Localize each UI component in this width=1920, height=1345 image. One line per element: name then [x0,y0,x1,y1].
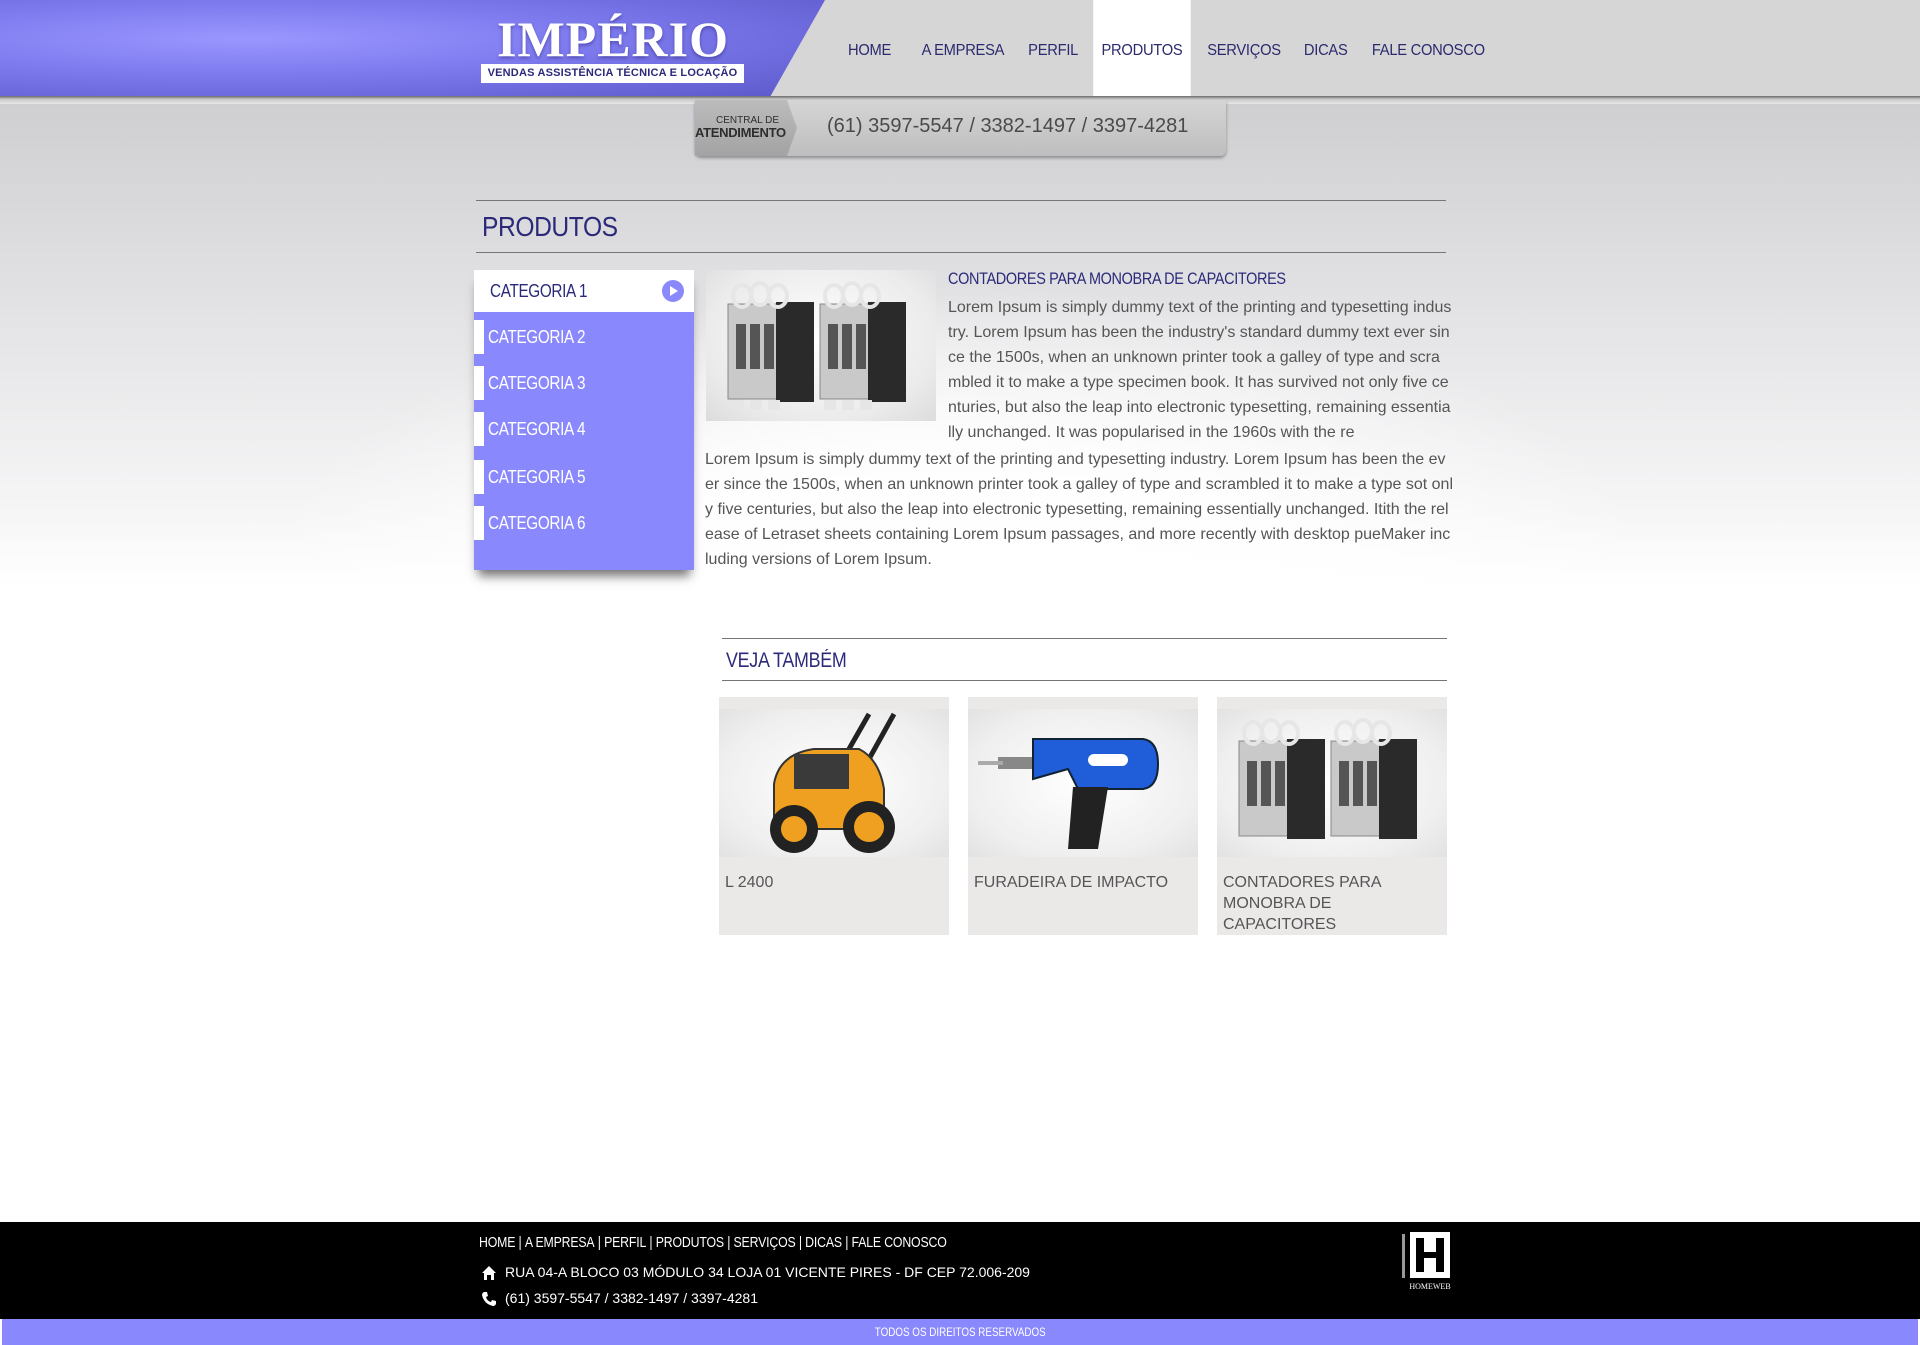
sidebar-item-categoria-3[interactable]: CATEGORIA 3 [474,362,694,402]
footer-separator: | [845,1234,849,1251]
sidebar-item-label: CATEGORIA 5 [488,467,586,487]
nav-home[interactable]: HOME [837,0,906,97]
product-description-continued: Lorem Ipsum is simply dummy text of the … [705,451,1453,568]
sidebar-item-label: CATEGORIA 3 [488,373,586,393]
sidebar-item-label: CATEGORIA 2 [488,327,586,347]
footer-link-dicas[interactable]: DICAS [805,1234,842,1251]
related-product-card[interactable]: FURADEIRA DE IMPACTO [968,697,1198,935]
page-title-box: PRODUTOS [476,200,1446,253]
impact-drill-image [978,738,1160,849]
related-product-name: FURADEIRA DE IMPACTO [974,874,1169,891]
footer-nav: HOME | A EMPRESA | PERFIL | PRODUTOS | SERVIÇOS |… [479,1234,947,1251]
footer-address-text: RUA 04-A BLOCO 03 MÓDULO 34 LOJA 01 VICE… [505,1264,1030,1280]
sidebar-item-categoria-4[interactable]: CATEGORIA 4 [474,408,694,448]
product-description: Lorem Ipsum is simply dummy text of the … [948,299,1452,441]
capacitor-contactor-image [727,281,906,410]
related-title-box: VEJA TAMBÉM [722,638,1447,681]
play-arrow-icon [662,280,684,302]
developer-credit-name: HOMEWEB [1409,1282,1451,1291]
phone-icon [482,1292,496,1306]
footer-separator: | [798,1234,802,1251]
nav-perfil[interactable]: PERFIL [1019,0,1085,97]
related-product-image [719,709,949,857]
footer-separator: | [518,1234,522,1251]
sidebar-item-categoria-6[interactable]: CATEGORIA 6 [474,502,694,542]
sidebar-item-marker [474,412,484,446]
sidebar-item-categoria-2[interactable]: CATEGORIA 2 [474,316,694,356]
call-center-phones: (61) 3597-5547 / 3382-1497 / 3397-4281 [827,115,1189,137]
footer-link-fale-conosco[interactable]: FALE CONOSCO [852,1234,947,1251]
main-nav: HOME A EMPRESA PERFIL PRODUTOS SERVIÇOS … [834,0,1499,97]
related-product-name: L 2400 [725,874,774,891]
home-icon [482,1266,496,1280]
brand-tagline: VENDAS ASSISTÊNCIA TÉCNICA E LOCAÇÃO [481,64,744,83]
pressure-washer-image [770,712,897,853]
sidebar-item-label: CATEGORIA 1 [490,281,588,301]
sidebar-item-categoria-1[interactable]: CATEGORIA 1 [474,270,694,312]
related-product-image [968,709,1198,857]
related-product-name: CONTADORES PARA MONOBRA DE CAPACITORES [1223,874,1381,933]
copyright-bar: TODOS OS DIREITOS RESERVADOS [2,1319,1918,1345]
footer-link-servicos[interactable]: SERVIÇOS [734,1234,796,1251]
footer-link-home[interactable]: HOME [479,1234,515,1251]
footer-link-produtos[interactable]: PRODUTOS [656,1234,724,1251]
copyright-text: TODOS OS DIREITOS RESERVADOS [874,1325,1046,1339]
nav-dicas[interactable]: DICAS [1295,0,1355,97]
call-center-label-line2: ATENDIMENTO [695,125,786,140]
nav-servicos[interactable]: SERVIÇOS [1199,0,1289,97]
sidebar-item-marker [474,460,484,494]
capacitor-contactor-image [1238,718,1417,839]
brand-logo[interactable]: IMPÉRIO [478,10,748,68]
product-image [706,270,936,421]
footer-phones-text: (61) 3597-5547 / 3382-1497 / 3397-4281 [505,1290,758,1306]
site-header: IMPÉRIO VENDAS ASSISTÊNCIA TÉCNICA E LOC… [0,0,1920,98]
footer-link-a-empresa[interactable]: A EMPRESA [525,1234,595,1251]
sidebar-item-marker [474,366,484,400]
nav-produtos[interactable]: PRODUTOS [1093,0,1191,97]
developer-credit-logo[interactable]: HOMEWEB [1400,1232,1454,1300]
product-title: CONTADORES PARA MONOBRA DE CAPACITORES [948,269,1286,288]
related-product-card[interactable]: CONTADORES PARA MONOBRA DE CAPACITORES [1217,697,1447,935]
footer-separator: | [597,1234,601,1251]
sidebar-item-categoria-5[interactable]: CATEGORIA 5 [474,456,694,496]
page-title: PRODUTOS [482,211,618,242]
footer-separator: | [727,1234,731,1251]
brand-banner[interactable]: IMPÉRIO VENDAS ASSISTÊNCIA TÉCNICA E LOC… [0,0,825,97]
nav-fale-conosco[interactable]: FALE CONOSCO [1364,0,1493,97]
sidebar-item-label: CATEGORIA 4 [488,419,586,439]
footer-separator: | [649,1234,653,1251]
sidebar-item-marker [474,506,484,540]
related-product-image [1217,709,1447,857]
related-title: VEJA TAMBÉM [726,649,847,672]
call-center-label: CENTRAL DE ATENDIMENTO [695,100,797,156]
related-product-card[interactable]: L 2400 [719,697,949,935]
sidebar-item-marker [474,320,484,354]
sidebar-item-label: CATEGORIA 6 [488,513,586,533]
site-footer: HOME | A EMPRESA | PERFIL | PRODUTOS | SERVIÇOS |… [0,1222,1920,1319]
call-center-bar: CENTRAL DE ATENDIMENTO (61) 3597-5547 / … [695,100,1226,156]
nav-a-empresa[interactable]: A EMPRESA [913,0,1012,97]
footer-link-perfil[interactable]: PERFIL [604,1234,646,1251]
category-sidebar: CATEGORIA 1 CATEGORIA 2 CATEGORIA 3 CATE… [474,270,694,570]
